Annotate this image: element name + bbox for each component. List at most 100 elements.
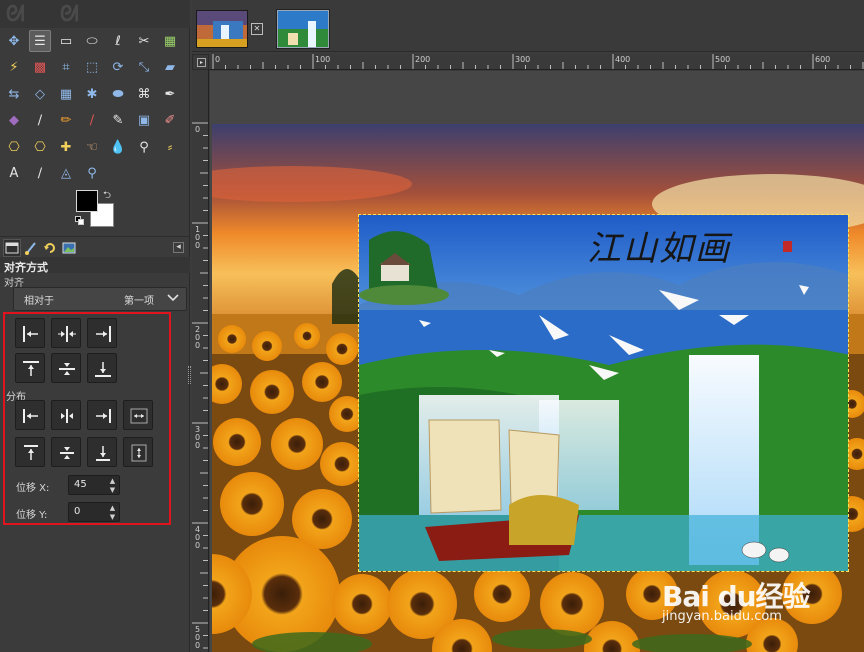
- rotate-tool[interactable]: ⟳: [107, 57, 129, 79]
- distribute-left-button[interactable]: [15, 400, 45, 430]
- n-point-deformation-tool[interactable]: ⌘: [133, 83, 155, 105]
- dodge-burn-tool[interactable]: ⚲: [133, 136, 155, 158]
- color-picker-tool-icon: ⸗: [167, 139, 173, 155]
- tool-options-title: 对齐方式: [4, 261, 48, 274]
- clone-tool[interactable]: ⎔: [3, 136, 25, 158]
- align-middle-v-button[interactable]: [51, 353, 81, 383]
- align-top-edge-button[interactable]: [15, 353, 45, 383]
- cage-transform-tool[interactable]: ▦: [55, 83, 77, 105]
- perspective-clone-tool-icon: ⎔: [34, 139, 46, 155]
- landscape-layer-image[interactable]: 江山如画: [358, 214, 849, 572]
- measure-tool[interactable]: ◬: [55, 163, 77, 185]
- smudge-tool[interactable]: ☜: [81, 136, 103, 158]
- canvas-area[interactable]: 江山如画 Bai du经验 jingyan.baidu.com: [210, 71, 864, 652]
- unified-transform-tool[interactable]: ⬚: [81, 57, 103, 79]
- free-select-tool[interactable]: ℓ: [107, 30, 129, 52]
- swap-colors-icon[interactable]: ⮌: [103, 188, 111, 205]
- distribute-middle-v-button[interactable]: [51, 437, 81, 467]
- distribute-right-button[interactable]: [87, 400, 117, 430]
- fuzzy-select-tool[interactable]: ⚡: [3, 57, 25, 79]
- handle-transform-tool[interactable]: ⬬: [107, 83, 129, 105]
- zoom-tool[interactable]: ⚲: [81, 163, 103, 185]
- align-bottom-edge-button[interactable]: [87, 353, 117, 383]
- decrement-icon[interactable]: ▼: [108, 513, 117, 521]
- distribute-h-gap-button[interactable]: [123, 400, 153, 430]
- distribute-top-icon: [24, 445, 38, 460]
- foreground-color-swatch[interactable]: [76, 190, 98, 212]
- ruler-label: 200: [415, 55, 430, 64]
- pencil-tool[interactable]: ✏: [55, 110, 77, 132]
- warp-transform-tool[interactable]: ✱: [81, 83, 103, 105]
- smudge-tool-icon: ☜: [86, 139, 98, 155]
- vertical-ruler[interactable]: 0100200300400500: [192, 70, 209, 652]
- align-right-icon: [96, 326, 111, 342]
- blur-sharpen-tool[interactable]: 💧: [107, 136, 129, 158]
- select-by-color-tool[interactable]: ▩: [29, 57, 51, 79]
- scale-tool[interactable]: ⤡: [133, 57, 155, 79]
- rect-select-tool[interactable]: ▭: [55, 30, 77, 52]
- ellipse-select-tool[interactable]: ⬭: [81, 30, 103, 52]
- tab-undo-history[interactable]: [41, 239, 59, 257]
- distribute-v-gap-button[interactable]: [123, 437, 153, 467]
- color-picker-tool[interactable]: ⸗: [159, 136, 181, 158]
- paths-tool-icon: ✒: [164, 86, 176, 102]
- distribute-bottom-button[interactable]: [87, 437, 117, 467]
- horizontal-ruler-ticks: 0 100 200 300 400 500 600: [212, 54, 864, 69]
- undo-icon: [44, 243, 55, 253]
- calligraphy-text: 江山如画: [587, 229, 731, 269]
- distribute-top-button[interactable]: [15, 437, 45, 467]
- toolbox-header: ᘛ ᘛ: [0, 0, 190, 28]
- heal-tool[interactable]: ✚: [55, 136, 77, 158]
- free-select-tool-icon: ℓ: [115, 33, 121, 49]
- decrement-icon[interactable]: ▼: [108, 486, 117, 494]
- fg-bg-colors: ⮌: [72, 188, 122, 230]
- crop-tool[interactable]: ⌗: [55, 57, 77, 79]
- close-tab-icon[interactable]: ✕: [251, 23, 263, 35]
- align-left-edge-button[interactable]: [15, 318, 45, 348]
- paintbrush-tool[interactable]: ∕: [29, 110, 51, 132]
- foreground-select-tool[interactable]: ▦: [159, 30, 181, 52]
- flip-tool[interactable]: ⇆: [3, 83, 25, 105]
- dock-menu-icon[interactable]: ◂: [173, 242, 184, 253]
- offset-x-input[interactable]: 45 ▲ ▼: [68, 475, 120, 495]
- align-right-edge-button[interactable]: [87, 318, 117, 348]
- tab-images[interactable]: [60, 239, 78, 257]
- align-tool[interactable]: ☰: [29, 30, 51, 52]
- paths-tool[interactable]: ✒: [159, 83, 181, 105]
- scissors-select-tool-icon: ✂: [138, 33, 150, 49]
- shear-tool[interactable]: ▰: [159, 57, 181, 79]
- eraser-tool[interactable]: ✐: [159, 110, 181, 132]
- red-seal-stamp: [783, 241, 792, 252]
- image-tab-2-thumbnail[interactable]: [277, 10, 329, 48]
- offset-y-input[interactable]: 0 ▲ ▼: [68, 502, 120, 522]
- move-tool[interactable]: ✥: [3, 30, 25, 52]
- align-center-h-button[interactable]: [51, 318, 81, 348]
- distribute-center-h-button[interactable]: [51, 400, 81, 430]
- airbrush-tool[interactable]: ∕: [81, 110, 103, 132]
- reset-colors-icon[interactable]: [75, 216, 85, 226]
- color-picker-2-tool[interactable]: ∕: [29, 163, 51, 185]
- watermark-url: jingyan.baidu.com: [662, 609, 782, 624]
- text-tool[interactable]: A: [3, 163, 25, 185]
- increment-icon[interactable]: ▲: [108, 477, 117, 485]
- bucket-fill-tool[interactable]: ◆: [3, 110, 25, 132]
- perspective-tool[interactable]: ◇: [29, 83, 51, 105]
- align-top-icon: [23, 361, 39, 376]
- airbrush-tool-icon: ∕: [89, 113, 95, 128]
- scale-tool-icon: ⤡: [138, 60, 150, 75]
- increment-icon[interactable]: ▲: [108, 504, 117, 512]
- triangle-right-icon: ▸: [197, 58, 206, 67]
- tab-brushes[interactable]: [22, 239, 40, 257]
- perspective-clone-tool[interactable]: ⎔: [29, 136, 51, 158]
- blur-sharpen-tool-icon: 💧: [109, 139, 127, 155]
- image-tab-1-thumbnail[interactable]: [196, 10, 248, 48]
- left-dock: ᘛ ᘛ ✥ ☰ ▭ ⬭ ℓ ✂ ▦ ⚡ ▩ ⌗ ⬚ ⟳ ⤡ ▰ ⇆ ◇ ▦ ✱ ⬬ ⌘ ✒ ◆ ∕ ✏ ∕ ✎ ▣ ✐ ⎔ ⎔ ✚ ☜ 💧 ⚲ ⸗ A…: [0, 0, 191, 652]
- ink-tool[interactable]: ✎: [107, 110, 129, 132]
- scissors-select-tool[interactable]: ✂: [133, 30, 155, 52]
- dock-resize-handle[interactable]: [188, 366, 191, 384]
- mypaint-brush-tool[interactable]: ▣: [133, 110, 155, 132]
- ruler-corner-menu-button[interactable]: ▸: [192, 54, 209, 70]
- tab-tool-options[interactable]: [3, 239, 21, 257]
- relative-to-dropdown[interactable]: 相对于 第一项: [13, 287, 187, 311]
- horizontal-ruler[interactable]: 0 100 200 300 400 500 600: [209, 54, 864, 70]
